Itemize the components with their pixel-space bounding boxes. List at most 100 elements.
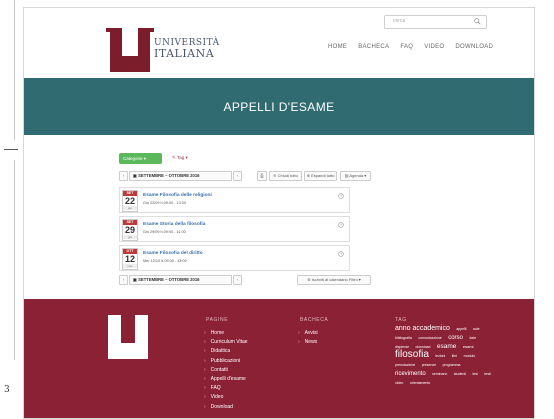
margin-tick [4,149,18,150]
footer-link-avvisi[interactable]: Avvisi [298,329,318,338]
clock-icon[interactable] [338,222,344,228]
tag-link[interactable]: esami [463,344,474,349]
tag-link[interactable]: testi [484,372,490,376]
next-month-button[interactable]: › [233,171,242,181]
calendar-icon: ▣ [133,173,137,178]
clock-icon[interactable] [338,193,344,199]
event-date-badge: SET 22 gio [122,190,138,212]
tag-link[interactable]: esame [437,343,457,350]
event-day: 29 [124,225,135,235]
category-filter-button[interactable]: Categorie ▾ [119,153,162,164]
tag-link[interactable]: anno accademico [395,325,450,332]
date-range-button-bottom[interactable]: ▣ SETTEMBRE – OTTOBRE 2016 [129,275,232,285]
event-item[interactable]: SET 22 gio Esame Filosofia delle religio… [119,187,350,213]
footer-link-faq[interactable]: FAQ [204,384,248,393]
tag-link[interactable]: libri [452,354,457,358]
agenda-label: Agenda [349,173,364,178]
footer-link-pubblicazioni[interactable]: Pubblicazioni [204,357,248,366]
tag-link[interactable]: studenti [454,372,466,376]
tag-link[interactable]: lezioni [435,354,445,358]
agenda-icon: ▤ [344,173,349,178]
event-item[interactable]: SET 29 gio Esame Storia della filosofia … [119,216,350,242]
event-date-badge: SET 29 gio [122,219,138,241]
tag-link[interactable]: video [395,381,403,385]
footer-pages-title: PAGINE [206,317,229,323]
nav-download[interactable]: DOWNLOAD [455,44,493,50]
nav-home[interactable]: HOME [328,44,347,50]
rss-icon: ⊛ [307,277,311,282]
subscribe-label: Iscriviti al calendario Filtro [311,277,358,282]
wordmark-line2: ITALIANA [154,47,215,60]
tag-link[interactable]: prenotazione [395,363,415,367]
date-range-label-bottom: SETTEMBRE – OTTOBRE 2016 [138,277,200,282]
tag-link[interactable]: tesi [473,372,478,376]
event-title[interactable]: Esame Storia della filosofia [143,222,205,227]
event-title[interactable]: Esame Filosofia del diritto [143,251,203,256]
margin-mark: 3 [4,385,10,395]
event-time: Mer 12/10 h.09:00 - 13:00 [143,259,187,263]
tag-link[interactable]: seminario [432,372,447,376]
prev-month-button[interactable]: ‹ [119,171,128,181]
tag-link[interactable]: programma [443,363,461,367]
print-button[interactable]: ⎙ [257,171,267,181]
website-screenshot: cerca UNIVERSITÀ ITALIANA HOME BACHECA F… [23,7,535,419]
nav-faq[interactable]: FAQ [400,44,413,50]
tag-link[interactable]: modulo [464,354,475,358]
footer-link-cv[interactable]: Curriculum Vitae [204,338,248,347]
expand-all-button[interactable]: ⊕ Espandi tutto [304,171,337,181]
next-month-button-bottom[interactable]: › [233,275,242,285]
clock-icon[interactable] [338,251,344,257]
tag-filter-link[interactable]: ✎ Tag ▾ [172,155,188,161]
tag-icon: ✎ [172,155,176,160]
margin-rule-mid [14,160,15,360]
tag-link[interactable]: bibliografia [395,336,412,340]
event-time: Gio 22/09 h.09:00 - 13:00 [143,201,187,205]
prev-month-button-bottom[interactable]: ‹ [119,275,128,285]
category-label: Categorie [123,156,143,161]
agenda-view-button[interactable]: ▤ Agenda ▾ [340,171,371,181]
tag-cloud: anno accademico appelli aule bibliografi… [395,323,495,386]
date-range-label: SETTEMBRE – OTTOBRE 2016 [138,173,200,178]
event-weekday: mer [123,264,137,268]
collapse-all-label: Chiudi tutto [277,173,298,178]
footer-link-contatti[interactable]: Contatti [204,366,248,375]
tag-link[interactable]: comunicazione [418,336,441,340]
nav-bacheca[interactable]: BACHECA [358,44,389,50]
nav-video[interactable]: VIDEO [424,44,444,50]
collapse-all-button[interactable]: ⊖ Chiudi tutto [269,171,302,181]
expand-all-label: Espandi tutto [311,173,335,178]
footer-logo[interactable] [108,315,148,359]
logo-cutout [122,28,138,56]
footer-link-didattica[interactable]: Didattica [204,347,248,356]
tag-link[interactable]: aule [473,327,480,331]
calendar-footer-toolbar: ‹ ▣ SETTEMBRE – OTTOBRE 2016 › ⊛ Iscrivi… [119,275,371,285]
event-title[interactable]: Esame Filosofia delle religioni [143,193,212,198]
tag-link[interactable]: ricevimento [395,371,426,377]
search-input[interactable]: cerca [384,15,487,29]
footer-pages-list: Home Curriculum Vitae Didattica Pubblica… [204,329,248,412]
university-wordmark[interactable]: UNIVERSITÀ ITALIANA [154,39,220,60]
event-day: 12 [124,254,135,264]
footer-link-download[interactable]: Download [204,403,248,412]
footer-link-news[interactable]: News [298,338,318,347]
main-nav: HOME BACHECA FAQ VIDEO DOWNLOAD [328,44,493,50]
tag-link[interactable]: presenze [422,363,436,367]
footer-link-video[interactable]: Video [204,393,248,402]
page-banner: APPELLI D'ESAME [24,78,534,135]
university-logo[interactable] [106,28,154,72]
tag-link[interactable]: corso [448,335,463,341]
footer-bacheca-title: BACHECA [300,317,329,323]
calendar-toolbar: ‹ ▣ SETTEMBRE – OTTOBRE 2016 › ⎙ ⊖ Chiud… [119,171,371,181]
footer-link-home[interactable]: Home [204,329,248,338]
tag-link[interactable]: date [469,336,476,340]
event-item[interactable]: OTT 12 mer Esame Filosofia del diritto M… [119,245,350,271]
subscribe-calendar-button[interactable]: ⊛ Iscriviti al calendario Filtro ▾ [297,275,371,285]
search-icon[interactable] [474,18,481,25]
event-day: 22 [124,196,135,206]
expand-icon: ⊕ [306,173,310,178]
footer-link-appelli[interactable]: Appelli d'esame [204,375,248,384]
tag-link[interactable]: appelli [456,327,466,331]
tag-link[interactable]: orientamento [410,381,430,385]
tag-link[interactable]: filosofia [395,349,429,360]
date-range-button[interactable]: ▣ SETTEMBRE – OTTOBRE 2016 [129,171,232,181]
